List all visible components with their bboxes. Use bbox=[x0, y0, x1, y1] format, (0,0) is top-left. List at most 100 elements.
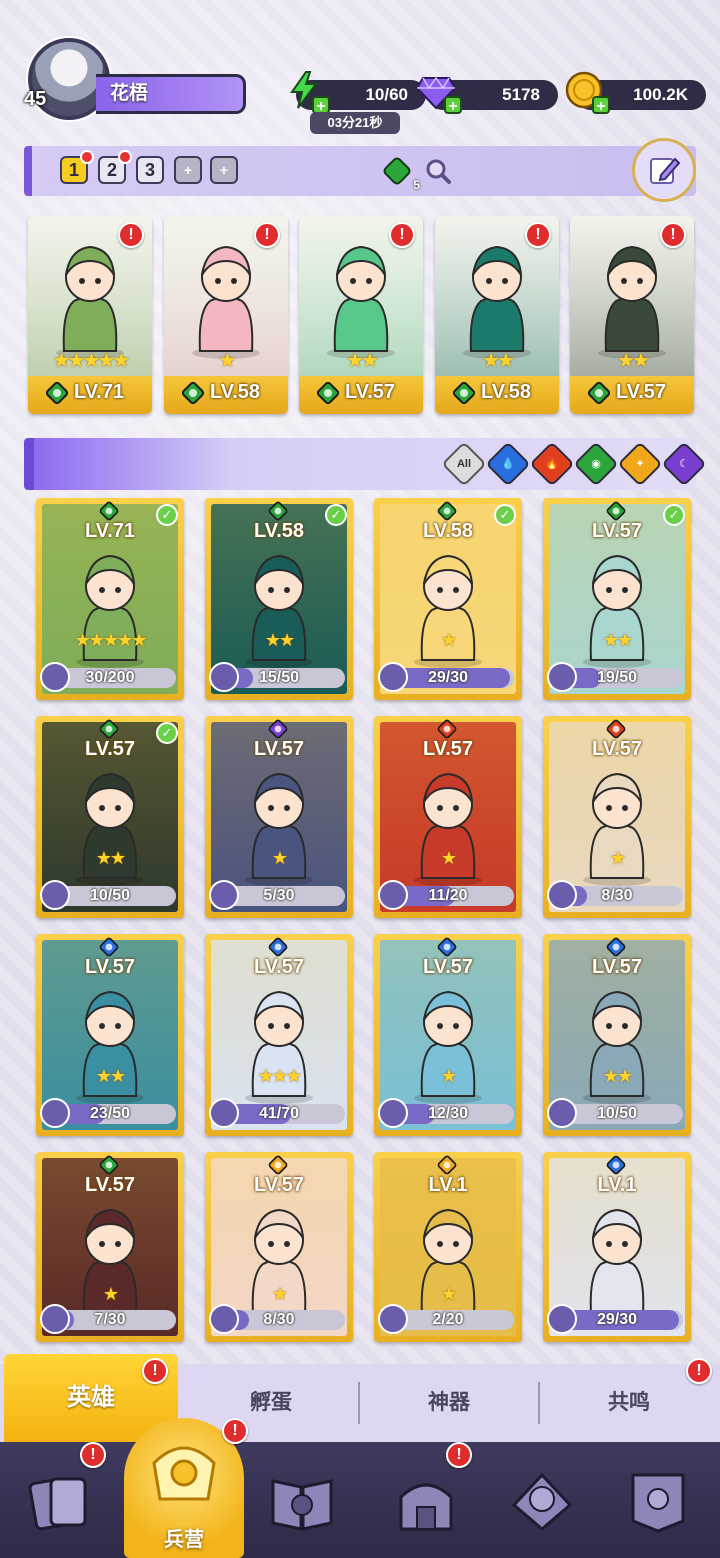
team-element-count: 5 bbox=[413, 178, 420, 192]
hero-card[interactable]: LV.57 ★★ 10/50 bbox=[543, 934, 691, 1136]
hero-level: LV.57 bbox=[84, 738, 136, 760]
alert-icon: ! bbox=[254, 222, 280, 248]
team-tab-1[interactable]: 1 bbox=[60, 150, 94, 184]
shard-icon bbox=[378, 662, 408, 692]
shard-progress: 5/30 bbox=[209, 880, 345, 910]
magnify-icon[interactable] bbox=[424, 157, 452, 185]
hero-card[interactable]: LV.1 29/30 bbox=[543, 1152, 691, 1342]
earth-element-icon bbox=[267, 500, 289, 522]
hero-card[interactable]: ✓ LV.58 ★ 29/30 bbox=[374, 498, 522, 700]
gold-value: 100.2K bbox=[633, 85, 688, 104]
light-filter-icon[interactable]: ✦ bbox=[617, 441, 663, 487]
water-element-icon bbox=[605, 936, 627, 958]
notification-dot bbox=[80, 150, 94, 164]
hero-card[interactable]: ✓ LV.58 ★★ 15/50 bbox=[205, 498, 353, 700]
team-hero-card[interactable]: ★★ LV.58 ! bbox=[435, 216, 559, 414]
edit-team-button[interactable] bbox=[632, 138, 696, 202]
hero-level: LV.57 bbox=[84, 956, 136, 978]
alert-icon: ! bbox=[222, 1418, 248, 1444]
earth-element-icon bbox=[383, 157, 411, 185]
hero-card[interactable]: LV.57 ★ 8/30 bbox=[205, 1152, 353, 1342]
team-hero-card[interactable]: ★★ LV.57 ! bbox=[570, 216, 694, 414]
gold-counter[interactable]: + 100.2K bbox=[565, 71, 706, 115]
team-hero-card[interactable]: ★★ LV.57 ! bbox=[299, 216, 423, 414]
shard-icon bbox=[547, 662, 577, 692]
temple-icon bbox=[399, 1483, 453, 1531]
star-rating: ★ bbox=[218, 350, 237, 372]
hero-card[interactable]: ✓ LV.57 ★★ 10/50 bbox=[36, 716, 184, 918]
team-hero-card[interactable]: ★★★★★ LV.71 ! bbox=[28, 216, 152, 414]
shard-progress: 2/20 bbox=[378, 1304, 514, 1334]
filter-all-label: All bbox=[456, 458, 472, 470]
earth-filter-icon[interactable]: ◉ bbox=[573, 441, 619, 487]
hero-card[interactable]: LV.57 ★ 8/30 bbox=[543, 716, 691, 918]
water-element-icon bbox=[98, 936, 120, 958]
shard-icon bbox=[209, 880, 239, 910]
notification-dot bbox=[118, 150, 132, 164]
fire-element-icon bbox=[436, 718, 458, 740]
hero-card[interactable]: LV.57 ★ 7/30 bbox=[36, 1152, 184, 1342]
earth-element-icon bbox=[98, 1154, 120, 1176]
star-rating: ★ bbox=[609, 848, 626, 868]
earth-icon bbox=[180, 380, 206, 406]
water-element-icon bbox=[436, 936, 458, 958]
add-gold-icon[interactable]: + bbox=[592, 96, 610, 115]
star-rating: ★★★★★ bbox=[74, 630, 148, 650]
gem-value: 5178 bbox=[502, 85, 540, 104]
banner-icon bbox=[631, 1473, 685, 1533]
star-rating: ★ bbox=[271, 1284, 288, 1304]
nav-barracks-label: 兵营 bbox=[164, 1529, 204, 1551]
team-element-counter[interactable]: 5 bbox=[382, 156, 420, 192]
earth-element-icon bbox=[98, 718, 120, 740]
shard-icon bbox=[378, 1098, 408, 1128]
shard-icon bbox=[378, 1304, 408, 1334]
hero-card[interactable]: LV.57 ★ 12/30 bbox=[374, 934, 522, 1136]
add-team-button[interactable]: + bbox=[174, 156, 202, 184]
hero-card[interactable]: ✓ LV.71 ★★★★★ 30/200 bbox=[36, 498, 184, 700]
hero-level: LV.71 bbox=[84, 520, 136, 542]
water-element-icon bbox=[267, 936, 289, 958]
filter-all-button[interactable]: All bbox=[441, 441, 487, 487]
team-tab-label: 1 bbox=[68, 160, 79, 180]
shard-icon bbox=[378, 880, 408, 910]
star-rating: ★★ bbox=[482, 350, 515, 372]
hero-card[interactable]: ✓ LV.57 ★★ 19/50 bbox=[543, 498, 691, 700]
add-gem-icon[interactable]: + bbox=[444, 96, 462, 115]
tab-resonance[interactable]: 共鸣 ! bbox=[542, 1358, 716, 1442]
cards-icon bbox=[28, 1477, 87, 1531]
team-tab-3[interactable]: 3 bbox=[136, 156, 164, 184]
nav-temple[interactable]: ! bbox=[386, 1442, 472, 1542]
shard-progress: 10/50 bbox=[547, 1098, 683, 1128]
nav-banner[interactable] bbox=[618, 1462, 698, 1542]
hero-card[interactable]: LV.57 ★★ 23/50 bbox=[36, 934, 184, 1136]
player-name[interactable]: 花梧 bbox=[96, 74, 246, 114]
nav-cards[interactable]: ! bbox=[20, 1442, 106, 1542]
nav-book[interactable] bbox=[262, 1462, 342, 1542]
team-hero-card[interactable]: ★ LV.58 ! bbox=[164, 216, 288, 414]
water-filter-icon[interactable]: 💧 bbox=[485, 441, 531, 487]
tab-artifact[interactable]: 神器 bbox=[362, 1364, 536, 1442]
tab-artifact-label: 神器 bbox=[428, 1391, 470, 1414]
fire-filter-icon[interactable]: 🔥 bbox=[529, 441, 575, 487]
nav-barracks[interactable]: 兵营 ! bbox=[124, 1418, 248, 1558]
shard-icon bbox=[209, 1098, 239, 1128]
hero-card[interactable]: LV.57 ★ 11/20 bbox=[374, 716, 522, 918]
earth-element-icon bbox=[605, 500, 627, 522]
player-level: 45 bbox=[24, 88, 47, 110]
hero-card[interactable]: LV.57 ★★★ 41/70 bbox=[205, 934, 353, 1136]
add-team-button[interactable]: + bbox=[210, 156, 238, 184]
team-tab-2[interactable]: 2 bbox=[98, 150, 132, 184]
hero-level: LV.57 bbox=[253, 1174, 305, 1196]
hero-level: LV.58 bbox=[422, 520, 474, 542]
star-rating: ★★ bbox=[264, 630, 295, 650]
shard-icon bbox=[209, 662, 239, 692]
hero-card[interactable]: LV.57 ★ 5/30 bbox=[205, 716, 353, 918]
star-rating: ★★★ bbox=[257, 1066, 302, 1086]
gem-counter[interactable]: + 5178 bbox=[415, 76, 558, 115]
hero-card[interactable]: LV.1 ★ 2/20 bbox=[374, 1152, 522, 1342]
energy-counter[interactable]: + 10/60 bbox=[290, 71, 426, 115]
nav-guild[interactable] bbox=[502, 1462, 582, 1542]
shard-icon bbox=[209, 1304, 239, 1334]
shard-progress: 12/30 bbox=[378, 1098, 514, 1128]
star-rating: ★★ bbox=[346, 350, 379, 372]
